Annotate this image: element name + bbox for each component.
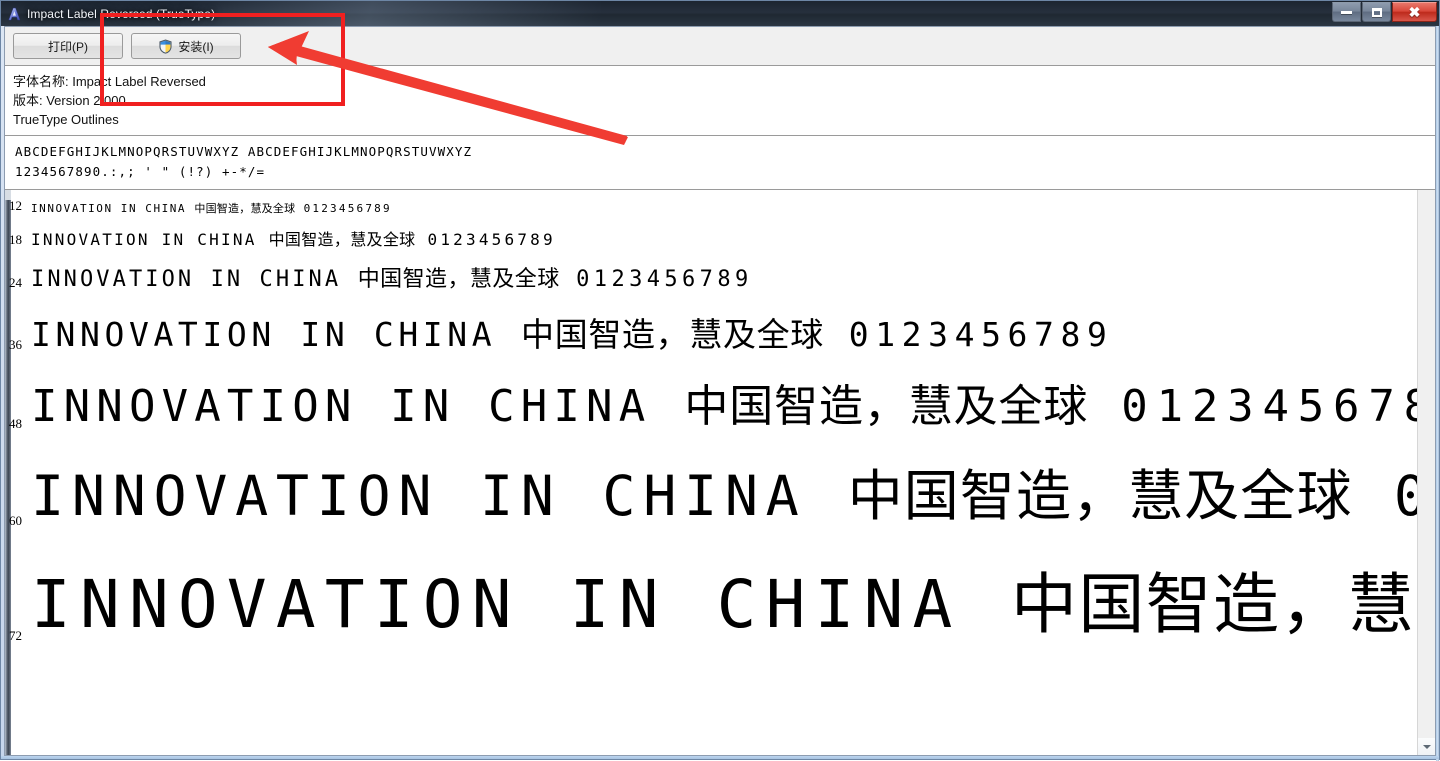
font-name-line: 字体名称: Impact Label Reversed	[13, 74, 206, 89]
minimize-icon	[1341, 10, 1352, 14]
sample-text-latin: INNOVATION IN CHINA	[31, 229, 257, 249]
sample-text-cjk: 中国智造，慧及全球	[521, 314, 824, 354]
sample-row: 72INNOVATION IN CHINA中国智造，慧及全球0123456789	[9, 531, 1417, 646]
scroll-down-arrow-icon	[1422, 744, 1431, 749]
sample-text-cjk: 中国智造，慧及全球	[357, 266, 560, 292]
sample-text-cjk: 中国智造，慧及全球	[847, 464, 1353, 529]
sample-text-latin: INNOVATION IN CHINA	[31, 314, 497, 354]
print-button[interactable]: 打印(P)	[13, 33, 123, 59]
sample-text-digits: 0123456789	[848, 314, 1114, 354]
minimize-button[interactable]	[1332, 2, 1361, 22]
window-right-edge	[1436, 26, 1439, 761]
sample-text: INNOVATION IN CHINA 中国智造，慧及全球 0123456789	[31, 379, 1417, 434]
window-title: Impact Label Reversed (TrueType)	[27, 6, 216, 21]
sample-text-cjk: 中国智造，慧及全球	[194, 202, 296, 216]
uac-shield-icon	[158, 38, 173, 54]
scroll-down-button[interactable]	[1418, 738, 1435, 755]
maximize-icon	[1371, 7, 1382, 17]
close-button[interactable]: ✖	[1392, 2, 1437, 22]
sample-text-digits: 0123456789	[1394, 464, 1417, 528]
sample-text-digits: 0123456789	[427, 229, 556, 249]
sample-text: INNOVATION IN CHINA 中国智造，慧及全球 0123456789	[31, 266, 753, 294]
charset-line-letters: ABCDEFGHIJKLMNOPQRSTUVWXYZ ABCDEFGHIJKLM…	[15, 144, 473, 159]
window-bottom-edge	[1, 756, 1439, 759]
install-button-label: 安装(I)	[178, 39, 214, 54]
sample-text-cjk: 中国智造，慧及全球	[268, 229, 416, 249]
sample-row: 24 INNOVATION IN CHINA 中国智造，慧及全球 0123456789	[9, 250, 1417, 294]
sample-text: INNOVATION IN CHINA 中国智造，慧及全球 0123456789	[31, 314, 1113, 355]
sample-size-label: 18	[9, 231, 22, 247]
sample-text-digits: 0123456789	[576, 266, 753, 292]
sample-text-cjk: 中国智造，慧及全球	[684, 381, 1089, 433]
sample-text-latin: INNOVATION IN CHINA	[31, 202, 187, 216]
client-area: 打印(P) 安装(I) 字体名称: Impact Label Reversed …	[4, 26, 1436, 756]
sample-size-label: 12	[9, 197, 22, 213]
close-icon: ✖	[1408, 4, 1421, 20]
toolbar: 打印(P) 安装(I)	[5, 27, 1435, 66]
charset-block: ABCDEFGHIJKLMNOPQRSTUVWXYZ ABCDEFGHIJKLM…	[5, 136, 1435, 187]
sample-rows-container: 12 INNOVATION IN CHINA 中国智造，慧及全球 0123456789…	[5, 190, 1417, 755]
vertical-scrollbar[interactable]	[1417, 190, 1435, 755]
sample-row: 18 INNOVATION IN CHINA 中国智造，慧及全球 0123456789	[9, 216, 1417, 250]
install-button[interactable]: 安装(I)	[131, 33, 241, 59]
sample-text-digits: 0123456789	[303, 202, 392, 216]
sample-size-label: 24	[9, 275, 22, 291]
font-outlines-line: TrueType Outlines	[13, 112, 119, 127]
sample-preview-pane: 12 INNOVATION IN CHINA 中国智造，慧及全球 0123456789…	[5, 190, 1435, 755]
sample-text-digits: 0123456789	[1121, 381, 1417, 433]
sample-row: 48 INNOVATION IN CHINA 中国智造，慧及全球 0123456789	[9, 355, 1417, 434]
sample-text: INNOVATION IN CHINA中国智造，慧及全球0123456789	[31, 564, 1417, 647]
sample-text: INNOVATION IN CHINA 中国智造，慧及全球 0123456789	[31, 202, 392, 216]
sample-size-label: 72	[9, 628, 22, 644]
maximize-button[interactable]	[1362, 2, 1391, 22]
sample-text-cjk: 中国智造，慧及全球	[1011, 565, 1417, 643]
print-button-label: 打印(P)	[48, 39, 88, 54]
font-preview-window: Impact Label Reversed (TrueType) ✖ 打印(P)	[0, 0, 1440, 761]
charset-line-digits: 1234567890.:,; ' " (!?) +-*/=	[15, 164, 266, 179]
sample-row: 12 INNOVATION IN CHINA 中国智造，慧及全球 0123456789	[9, 190, 1417, 216]
font-preview-icon	[6, 6, 22, 22]
sample-text-latin: INNOVATION IN CHINA	[31, 464, 807, 529]
title-bar[interactable]: Impact Label Reversed (TrueType) ✖	[1, 1, 1439, 26]
font-version-line: 版本: Version 2.000	[13, 93, 126, 108]
sample-text-latin: INNOVATION IN CHINA	[31, 266, 342, 292]
sample-row: 36 INNOVATION IN CHINA 中国智造，慧及全球 0123456789	[9, 293, 1417, 354]
font-info-block: 字体名称: Impact Label Reversed 版本: Version …	[5, 66, 1435, 133]
sample-text: INNOVATION IN CHINA 中国智造，慧及全球 0123456789	[31, 230, 556, 250]
sample-text: INNOVATION IN CHINA 中国智造，慧及全球 0123456789	[31, 462, 1417, 531]
window-controls: ✖	[1331, 2, 1437, 23]
sample-text-latin: INNOVATION IN CHINA	[31, 381, 652, 433]
sample-row: 60 INNOVATION IN CHINA 中国智造，慧及全球 0123456789	[9, 434, 1417, 531]
sample-size-label: 48	[9, 416, 22, 432]
sample-text-latin: INNOVATION IN CHINA	[31, 565, 962, 643]
sample-size-label: 36	[9, 336, 22, 352]
sample-size-label: 60	[9, 513, 22, 529]
